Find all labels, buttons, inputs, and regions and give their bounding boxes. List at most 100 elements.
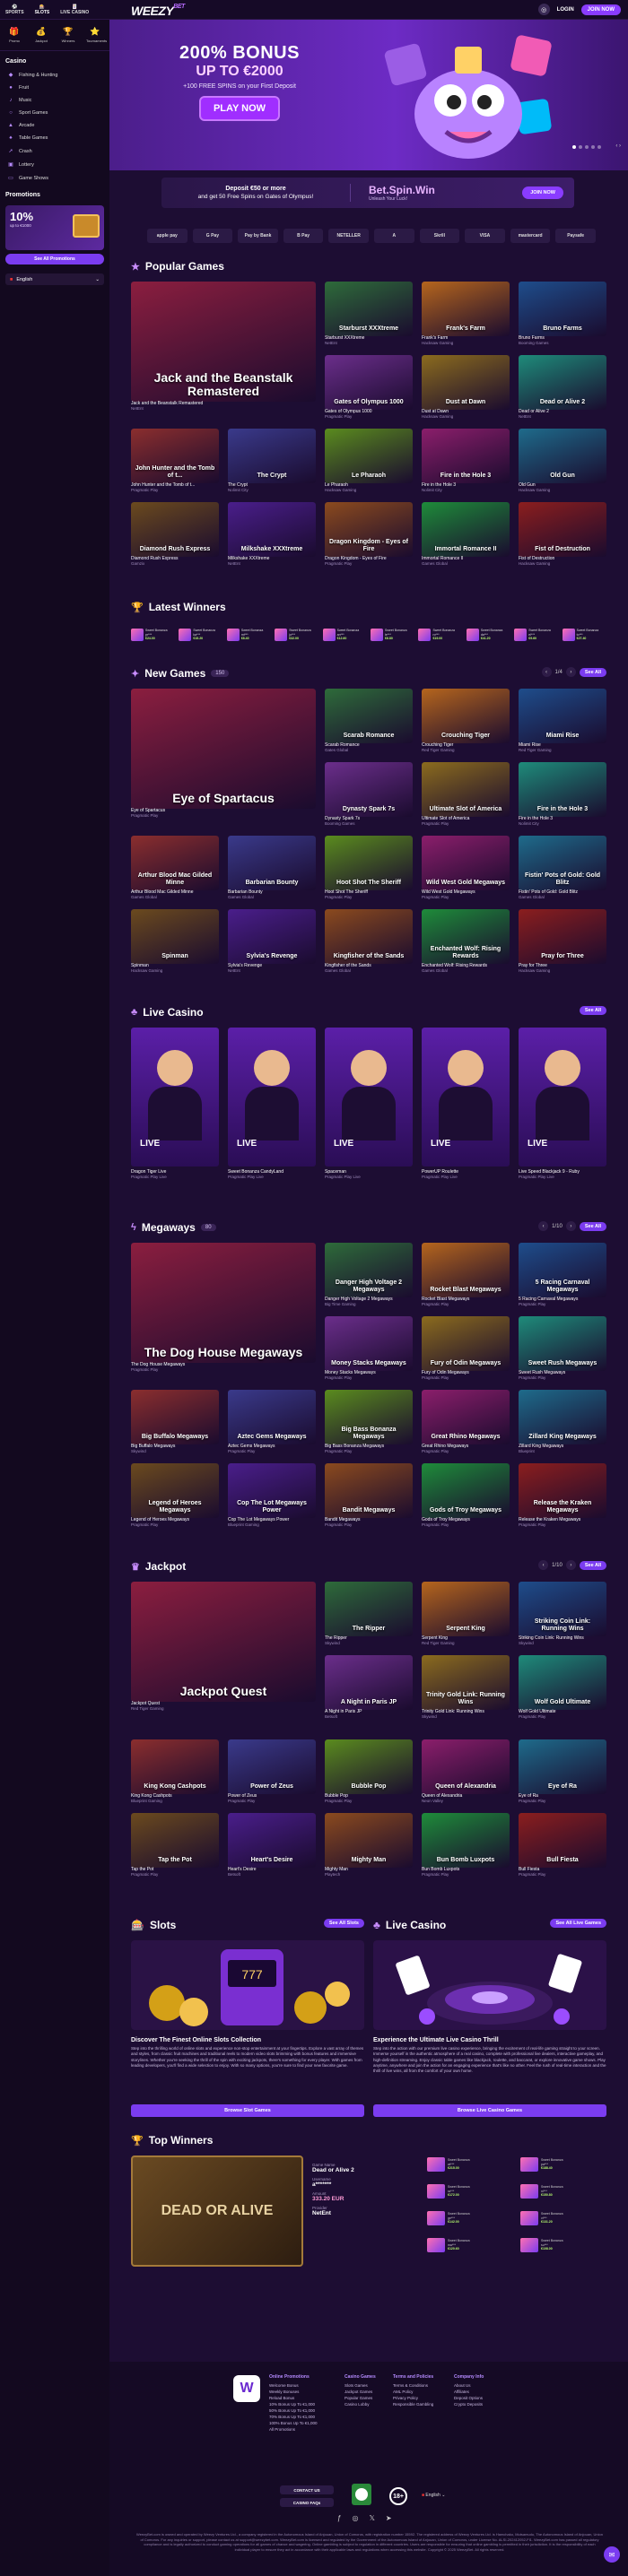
winner-item[interactable]: Sweet Bonanza da*** €41.20 [466, 626, 510, 644]
chat-icon[interactable]: ✉ [604, 2546, 620, 2563]
footer-link[interactable]: Casino Lobby [345, 2401, 376, 2407]
instagram-icon[interactable]: ◎ [352, 2514, 358, 2522]
game-tile[interactable]: Fire in the Hole 3 Fire in the Hole 3 Noli… [519, 762, 606, 827]
game-tile[interactable]: Sylvia's Revenge Sylvia's Revenge NetEnt [228, 909, 316, 974]
game-tile[interactable]: Striking Coin Link: Running Wins Striking… [519, 1582, 606, 1646]
bonus-join-button[interactable]: JOIN NOW [522, 186, 563, 199]
hero-dot[interactable] [591, 145, 595, 149]
game-tile[interactable]: Hoot Shot The Sheriff Hoot Shot The Sheri… [325, 836, 413, 900]
game-tile[interactable]: Spinman Spinman Hacksaw Gaming [131, 909, 219, 974]
game-tile[interactable]: Fury of Odin Megaways Fury of Odin Megawa… [422, 1316, 510, 1381]
prev-page-button[interactable]: ‹ [538, 1560, 549, 1570]
live-table-tile[interactable]: LIVE Dragon Tiger Live Pragmatic Play Live [131, 1028, 219, 1180]
game-tile[interactable]: Dead or Alive 2 Dead or Alive 2 NetEnt [519, 355, 606, 420]
telegram-icon[interactable]: ➤ [386, 2514, 392, 2522]
footer-link[interactable]: Slots Games [345, 2382, 376, 2389]
tab-slots[interactable]: 🎰 SLOTS [35, 4, 50, 15]
see-all-button[interactable]: See All [579, 1560, 606, 1570]
sidebar-item-lottery[interactable]: ▣ Lottery [0, 158, 109, 171]
facebook-icon[interactable]: ƒ [337, 2514, 341, 2522]
footer-link[interactable]: Jackpot Games [345, 2389, 376, 2395]
top-winner-row[interactable]: Sweet Bonanza ma*** €120.60 [427, 2236, 513, 2254]
game-tile[interactable]: Jack and the Beanstalk Remastered Jack an… [131, 282, 316, 412]
game-tile[interactable]: Jackpot Quest Jackpot Quest Red Tiger Gami… [131, 1582, 316, 1712]
top-winner-row[interactable]: Sweet Bonanza pa*** €188.40 [520, 2155, 606, 2173]
footer-link[interactable]: 50% Bonus Up To €1,000 [269, 2407, 317, 2414]
game-tile[interactable]: Danger High Voltage 2 Megaways Danger Hig… [325, 1243, 413, 1307]
footer-link[interactable]: All Promotions [269, 2426, 317, 2433]
game-tile[interactable]: Immortal Romance II Immortal Romance II Ga… [422, 502, 510, 567]
sidebar-item-arcade[interactable]: ▲ Arcade [0, 119, 109, 132]
game-tile[interactable]: Ultimate Slot of America Ultimate Slot of… [422, 762, 510, 827]
game-tile[interactable]: Dust at Dawn Dust at Dawn Hacksaw Gaming [422, 355, 510, 420]
game-tile[interactable]: A Night in Paris JP A Night in Paris JP Be… [325, 1655, 413, 1720]
footer-logo[interactable]: W [233, 2375, 260, 2402]
game-tile[interactable]: Bubble Pop Bubble Pop Pragmatic Play [325, 1739, 413, 1804]
footer-link[interactable]: Welcome Bonus [269, 2382, 317, 2389]
winner-item[interactable]: Sweet Bonanza ro*** €19.00 [418, 626, 462, 644]
hero-banner[interactable]: 200% BONUS UP TO €2000 +100 FREE SPINS o… [109, 20, 628, 170]
sidebar-item-crash[interactable]: ➚ Crash [0, 144, 109, 158]
game-tile[interactable]: Starburst XXXtreme Starburst XXXtreme NetE… [325, 282, 413, 346]
top-winner-row[interactable]: Sweet Bonanza vi*** €131.20 [520, 2209, 606, 2227]
next-page-button[interactable]: › [565, 1560, 576, 1570]
next-page-button[interactable]: › [565, 1221, 576, 1231]
winner-item[interactable]: Sweet Bonanza le*** €6.80 [371, 626, 414, 644]
prev-page-button[interactable]: ‹ [538, 1221, 549, 1231]
chevron-left-icon[interactable]: ‹ [615, 143, 617, 149]
game-tile[interactable]: Pray for Three Pray for Three Hacksaw Gami… [519, 909, 606, 974]
game-tile[interactable]: Bandit Megaways Bandit Megaways Pragmatic … [325, 1463, 413, 1528]
footer-link[interactable]: Privacy Policy [393, 2395, 433, 2401]
game-tile[interactable]: Diamond Rush Express Diamond Rush Express… [131, 502, 219, 567]
sidebar-quick-tournaments[interactable]: ⭐ Tournaments [86, 27, 107, 43]
game-tile[interactable]: Enchanted Wolf: Rising Rewards Enchanted … [422, 909, 510, 974]
game-tile[interactable]: John Hunter and the Tomb of t... John Hun… [131, 429, 219, 493]
game-tile[interactable]: Bun Bomb Luxpots Bun Bomb Luxpots Pragmati… [422, 1813, 510, 1878]
game-tile[interactable]: Frank's Farm Frank's Farm Hacksaw Gaming [422, 282, 510, 346]
top-winner-row[interactable]: Sweet Bonanza su*** €108.00 [520, 2236, 606, 2254]
x-icon[interactable]: 𝕏 [369, 2514, 374, 2522]
browse-live-casino-button[interactable]: Browse Live Casino Games [373, 2104, 606, 2117]
game-tile[interactable]: Great Rhino Megaways Great Rhino Megaways… [422, 1390, 510, 1454]
see-all-slots-button[interactable]: See All Slots [323, 1919, 364, 1928]
winner-item[interactable]: Sweet Bonanza el*** €9.60 [514, 626, 558, 644]
game-tile[interactable]: Wild West Gold Megaways Wild West Gold Me… [422, 836, 510, 900]
game-tile[interactable]: Bruno Farms Bruno Farms Booming Games [519, 282, 606, 346]
logo[interactable]: WEEZYBET [131, 4, 185, 18]
footer-link[interactable]: About Us [454, 2382, 484, 2389]
top-winner-row[interactable]: Sweet Bonanza ra*** €172.00 [427, 2182, 513, 2200]
game-tile[interactable]: Miami Rise Miami Rise Red Tiger Gaming [519, 689, 606, 753]
sidebar-item-game-shows[interactable]: ▭ Game Shows [0, 171, 109, 185]
top-winner-row[interactable]: Sweet Bonanza ge*** €142.00 [427, 2209, 513, 2227]
footer-link[interactable]: 70% Bonus Up To €1,000 [269, 2414, 317, 2420]
game-tile[interactable]: Wolf Gold Ultimate Wolf Gold Ultimate Prag… [519, 1655, 606, 1720]
sidebar-quick-jackpot[interactable]: 💰 Jackpot [32, 27, 50, 43]
tab-sports[interactable]: ⚽ SPORTS [5, 4, 24, 15]
see-all-button[interactable]: See All [579, 1221, 606, 1231]
game-tile[interactable]: Trinity Gold Link: Running Wins Trinity G… [422, 1655, 510, 1720]
globe-icon[interactable]: ◎ [537, 4, 550, 15]
game-tile[interactable]: Zillard King Megaways Zillard King Megawa… [519, 1390, 606, 1454]
top-winner-game-image[interactable]: DEAD OR ALIVE [131, 2155, 303, 2267]
game-tile[interactable]: Queen of Alexandria Queen of Alexandria Ne… [422, 1739, 510, 1804]
game-tile[interactable]: Rocket Blast Megaways Rocket Blast Megawa… [422, 1243, 510, 1307]
game-tile[interactable]: Serpent King Serpent King Red Tiger Gaming [422, 1582, 510, 1646]
winner-item[interactable]: Sweet Bonanza pr*** €24.00 [131, 626, 175, 644]
browse-slot-games-button[interactable]: Browse Slot Games [131, 2104, 364, 2117]
live-table-tile[interactable]: LIVE Live Speed Blackjack 9 - Ruby Pragmat… [519, 1028, 606, 1180]
play-now-button[interactable]: PLAY NOW [200, 98, 279, 119]
see-all-live-games-button[interactable]: See All Live Games [550, 1919, 606, 1928]
sidebar-quick-winners[interactable]: 🏆 Winners [59, 27, 77, 43]
winner-item[interactable]: Sweet Bonanza to*** €27.40 [562, 626, 606, 644]
all-promotions-button[interactable]: See All Promotions [5, 254, 104, 265]
game-tile[interactable]: The Ripper The Ripper Skywind [325, 1582, 413, 1646]
game-tile[interactable]: The Crypt The Crypt Nolimit City [228, 429, 316, 493]
game-tile[interactable]: Eye of Spartacus Eye of Spartacus Pragmati… [131, 689, 316, 819]
see-all-button[interactable]: See All [579, 1006, 606, 1015]
game-tile[interactable]: Milkshake XXXtreme Milkshake XXXtreme NetE… [228, 502, 316, 567]
game-tile[interactable]: Arthur Blood Mac Gilded Minne Arthur Bloo… [131, 836, 219, 900]
sidebar-item-fruit[interactable]: ● Fruit [0, 82, 109, 94]
game-tile[interactable]: King Kong Cashpots King Kong Cashpots Blue… [131, 1739, 219, 1804]
sidebar-promo-card[interactable]: 10% up to €1000 [5, 205, 104, 250]
hero-dot[interactable] [597, 145, 601, 149]
